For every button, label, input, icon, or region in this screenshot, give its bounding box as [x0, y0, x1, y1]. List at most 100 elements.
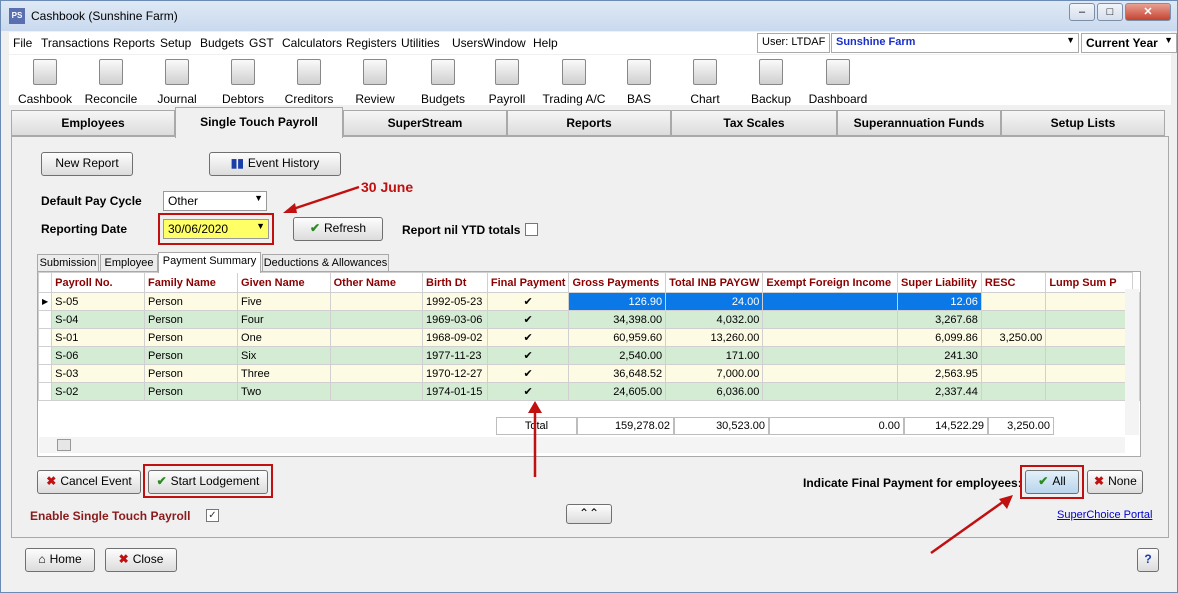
- toolbar-reconcile[interactable]: Reconcile: [81, 55, 141, 106]
- table-cell[interactable]: 12.06: [897, 292, 982, 311]
- table-cell[interactable]: ✔: [486, 382, 570, 401]
- minimize-button[interactable]: –: [1069, 3, 1095, 21]
- col-final-payment[interactable]: Final Payment: [486, 272, 570, 293]
- toolbar-trading[interactable]: Trading A/C: [539, 55, 609, 106]
- table-cell[interactable]: 2,337.44: [897, 382, 982, 401]
- col-super-liability[interactable]: Super Liability: [897, 272, 982, 293]
- table-cell[interactable]: Four: [237, 310, 331, 329]
- table-cell[interactable]: 34,398.00: [568, 310, 667, 329]
- menu-help[interactable]: Help: [533, 36, 558, 50]
- table-cell[interactable]: [1045, 382, 1133, 401]
- col-total-inb-paygw[interactable]: Total INB PAYGW: [665, 272, 764, 293]
- toolbar-dashboard[interactable]: Dashboard: [805, 55, 871, 106]
- table-cell[interactable]: ✔: [486, 328, 570, 347]
- toolbar-cashbook[interactable]: Cashbook: [13, 55, 77, 106]
- menu-utilities[interactable]: Utilities: [401, 36, 440, 50]
- table-cell[interactable]: S-03: [51, 364, 146, 383]
- toolbar-budgets[interactable]: Budgets: [411, 55, 475, 106]
- table-cell[interactable]: [762, 292, 899, 311]
- table-cell[interactable]: [980, 292, 1047, 311]
- table-cell[interactable]: 2,540.00: [568, 346, 667, 365]
- table-cell[interactable]: 24.00: [665, 292, 764, 311]
- table-cell[interactable]: [762, 328, 899, 347]
- subtab-employee[interactable]: Employee: [100, 254, 158, 272]
- start-lodgement-button[interactable]: ✔ Start Lodgement: [148, 470, 268, 494]
- col-gross-payments[interactable]: Gross Payments: [568, 272, 667, 293]
- refresh-button[interactable]: ✔ Refresh: [293, 217, 383, 241]
- window-close-button[interactable]: ✕: [1125, 3, 1171, 21]
- tab-setup-lists[interactable]: Setup Lists: [1001, 110, 1165, 136]
- table-cell[interactable]: [980, 346, 1047, 365]
- report-nil-checkbox[interactable]: [525, 223, 538, 236]
- table-row[interactable]: S-02 Person Two 1974-01-15 ✔ 24,605.00 6,036.0…: [38, 382, 1140, 401]
- toolbar-chart[interactable]: Chart: [675, 55, 735, 106]
- toolbar-payroll[interactable]: Payroll: [477, 55, 537, 106]
- superchoice-portal-link[interactable]: SuperChoice Portal: [1057, 509, 1152, 521]
- toolbar-journal[interactable]: Journal: [147, 55, 207, 106]
- table-cell[interactable]: [980, 382, 1047, 401]
- table-cell[interactable]: Three: [237, 364, 331, 383]
- table-cell[interactable]: 1970-12-27: [422, 364, 488, 383]
- table-cell[interactable]: 3,250.00: [980, 328, 1047, 347]
- table-cell[interactable]: S-01: [51, 328, 146, 347]
- table-row[interactable]: S-01 Person One 1968-09-02 ✔ 60,959.60 13,260.…: [38, 328, 1140, 347]
- table-cell[interactable]: 24,605.00: [568, 382, 667, 401]
- maximize-button[interactable]: □: [1097, 3, 1123, 21]
- tab-single-touch-payroll[interactable]: Single Touch Payroll: [175, 107, 343, 138]
- table-cell[interactable]: [329, 346, 424, 365]
- home-button[interactable]: ⌂ Home: [25, 548, 95, 572]
- tab-superstream[interactable]: SuperStream: [343, 110, 507, 136]
- period-select[interactable]: Current Year ▼: [1081, 33, 1177, 53]
- table-cell[interactable]: S-02: [51, 382, 146, 401]
- table-cell[interactable]: ✔: [486, 310, 570, 329]
- toolbar-debtors[interactable]: Debtors: [211, 55, 275, 106]
- table-cell[interactable]: 6,099.86: [897, 328, 982, 347]
- menu-window[interactable]: Window: [483, 36, 526, 50]
- menu-calculators[interactable]: Calculators: [282, 36, 342, 50]
- table-cell[interactable]: [1045, 328, 1133, 347]
- table-cell[interactable]: [329, 310, 424, 329]
- menu-gst[interactable]: GST: [249, 36, 274, 50]
- toolbar-bas[interactable]: BAS: [611, 55, 667, 106]
- table-cell[interactable]: S-06: [51, 346, 146, 365]
- table-cell[interactable]: [762, 364, 899, 383]
- col-payroll-no[interactable]: Payroll No.: [51, 272, 146, 293]
- table-cell[interactable]: 36,648.52: [568, 364, 667, 383]
- table-cell[interactable]: 2,563.95: [897, 364, 982, 383]
- table-cell[interactable]: 1977-11-23: [422, 346, 488, 365]
- tab-reports[interactable]: Reports: [507, 110, 671, 136]
- menu-users[interactable]: Users: [452, 36, 483, 50]
- table-cell[interactable]: [329, 328, 424, 347]
- table-cell[interactable]: One: [237, 328, 331, 347]
- table-cell[interactable]: Person: [144, 310, 239, 329]
- col-birth-dt[interactable]: Birth Dt: [422, 272, 488, 293]
- table-cell[interactable]: 1968-09-02: [422, 328, 488, 347]
- table-cell[interactable]: S-04: [51, 310, 146, 329]
- all-button[interactable]: ✔ All: [1025, 470, 1079, 494]
- col-exempt-foreign-income[interactable]: Exempt Foreign Income: [762, 272, 899, 293]
- table-cell[interactable]: Person: [144, 292, 239, 311]
- menu-reports[interactable]: Reports: [113, 36, 155, 50]
- grid-horizontal-scrollbar[interactable]: [39, 437, 1125, 453]
- table-cell[interactable]: Two: [237, 382, 331, 401]
- enable-stp-checkbox[interactable]: ✓: [206, 509, 219, 522]
- table-cell[interactable]: 1992-05-23: [422, 292, 488, 311]
- table-cell[interactable]: 6,036.00: [665, 382, 764, 401]
- farm-select[interactable]: Sunshine Farm ▼: [831, 33, 1079, 53]
- table-cell[interactable]: 3,267.68: [897, 310, 982, 329]
- table-cell[interactable]: Six: [237, 346, 331, 365]
- col-other-name[interactable]: Other Name: [329, 272, 424, 293]
- scroll-thumb[interactable]: [57, 439, 71, 451]
- cancel-event-button[interactable]: ✖ Cancel Event: [37, 470, 141, 494]
- pay-cycle-select[interactable]: Other ▼: [163, 191, 267, 211]
- close-button[interactable]: ✖ Close: [105, 548, 177, 572]
- table-cell[interactable]: [329, 364, 424, 383]
- table-cell[interactable]: [329, 292, 424, 311]
- toolbar-creditors[interactable]: Creditors: [277, 55, 341, 106]
- table-cell[interactable]: 1969-03-06: [422, 310, 488, 329]
- help-button[interactable]: ?: [1137, 548, 1159, 572]
- grid-vertical-scrollbar[interactable]: [1125, 289, 1139, 435]
- col-lump-sum[interactable]: Lump Sum P: [1045, 272, 1133, 293]
- table-cell[interactable]: S-05: [51, 292, 146, 311]
- reporting-date-input[interactable]: 30/06/2020 ▼: [163, 219, 269, 239]
